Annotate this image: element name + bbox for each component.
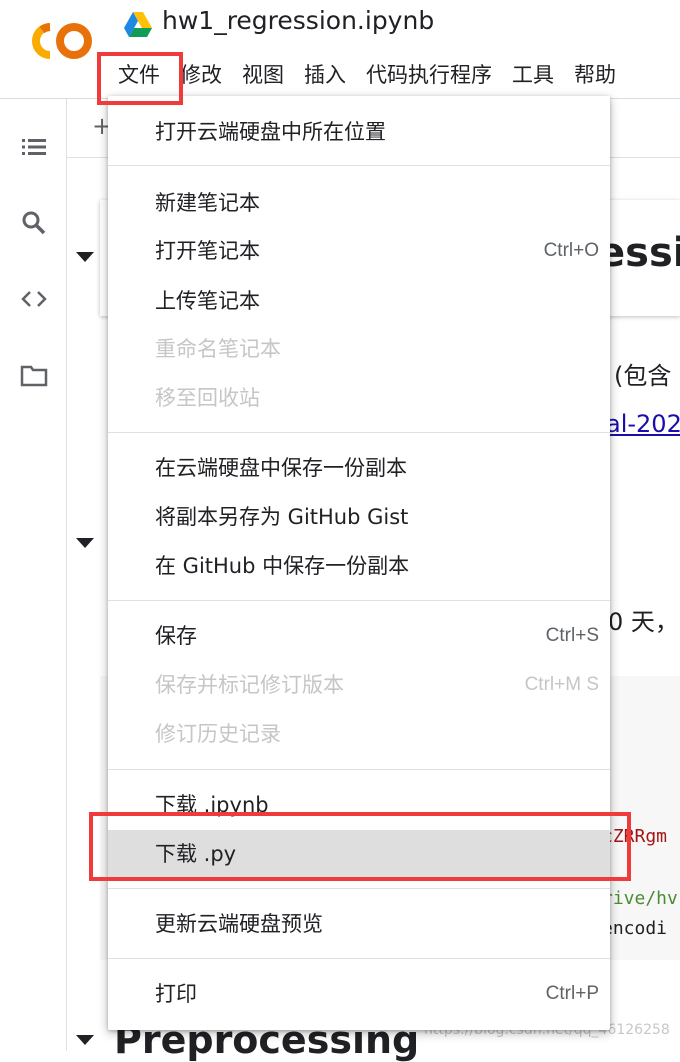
menu-item-save-copy-drive[interactable]: 在云端硬盘中保存一份副本	[108, 446, 610, 490]
shortcut-label: Ctrl+O	[543, 240, 599, 261]
menu-separator	[108, 432, 610, 433]
left-sidebar	[0, 99, 67, 1051]
shortcut-label: Ctrl+P	[545, 983, 599, 1004]
annotation-highlight-download-py	[89, 812, 631, 881]
collapse-toggle-icon[interactable]	[76, 252, 94, 262]
toc-icon[interactable]	[20, 133, 48, 161]
menu-item-print[interactable]: 打印 Ctrl+P	[108, 972, 610, 1016]
notebook-title[interactable]: hw1_regression.ipynb	[162, 6, 434, 35]
menu-item-rename-notebook: 重命名笔记本	[155, 337, 281, 361]
cell-text: (包含	[614, 362, 672, 390]
notebook-heading: essi	[598, 230, 680, 276]
menu-view[interactable]: 视图	[232, 58, 294, 92]
google-drive-icon[interactable]	[124, 12, 152, 37]
menu-item-save[interactable]: 保存 Ctrl+S	[108, 614, 610, 658]
cell-link[interactable]: al-2020	[606, 410, 680, 438]
code-line: encodi	[602, 918, 668, 939]
menu-item-save-pin-revision: 保存并标记修订版本 Ctrl+M S	[108, 663, 610, 707]
menu-item-revision-history: 修订历史记录	[155, 722, 281, 746]
code-line: rive/hv	[602, 888, 678, 909]
menu-item-open-in-drive[interactable]: 打开云端硬盘中所在位置	[108, 110, 610, 154]
collapse-toggle-icon[interactable]	[76, 1035, 94, 1045]
menu-item-upload-notebook[interactable]: 上传笔记本	[108, 279, 610, 323]
annotation-highlight-file-menu	[97, 52, 183, 105]
code-snippets-icon[interactable]	[20, 285, 48, 313]
collapse-toggle-icon[interactable]	[76, 538, 94, 548]
menu-item-save-gist[interactable]: 将副本另存为 GitHub Gist	[108, 495, 610, 539]
menu-help[interactable]: 帮助	[564, 58, 626, 92]
menu-separator	[108, 888, 610, 889]
menu-item-open-notebook[interactable]: 打开笔记本 Ctrl+O	[108, 229, 610, 273]
menu-item-save-copy-github[interactable]: 在 GitHub 中保存一份副本	[108, 544, 610, 588]
menu-item-new-notebook[interactable]: 新建笔记本	[108, 181, 610, 225]
menu-runtime[interactable]: 代码执行程序	[356, 58, 502, 92]
menu-insert[interactable]: 插入	[294, 58, 356, 92]
folder-icon[interactable]	[20, 361, 48, 389]
menu-item-update-drive-preview[interactable]: 更新云端硬盘预览	[108, 902, 610, 946]
shortcut-label: Ctrl+M S	[524, 674, 599, 695]
menu-separator	[108, 769, 610, 770]
menu-separator	[108, 165, 610, 166]
colab-logo[interactable]	[22, 18, 96, 64]
menu-separator	[108, 958, 610, 959]
search-icon[interactable]	[20, 209, 48, 237]
cell-text: 0 天，	[608, 608, 679, 636]
menu-bar: 文件 修改 视图 插入 代码执行程序 工具 帮助	[108, 58, 626, 92]
file-menu-dropdown: 打开云端硬盘中所在位置 新建笔记本 打开笔记本 Ctrl+O 上传笔记本 重命名…	[108, 96, 610, 1030]
menu-separator	[108, 600, 610, 601]
menu-tools[interactable]: 工具	[502, 58, 564, 92]
menu-item-move-to-trash: 移至回收站	[155, 386, 260, 410]
shortcut-label: Ctrl+S	[545, 625, 599, 646]
